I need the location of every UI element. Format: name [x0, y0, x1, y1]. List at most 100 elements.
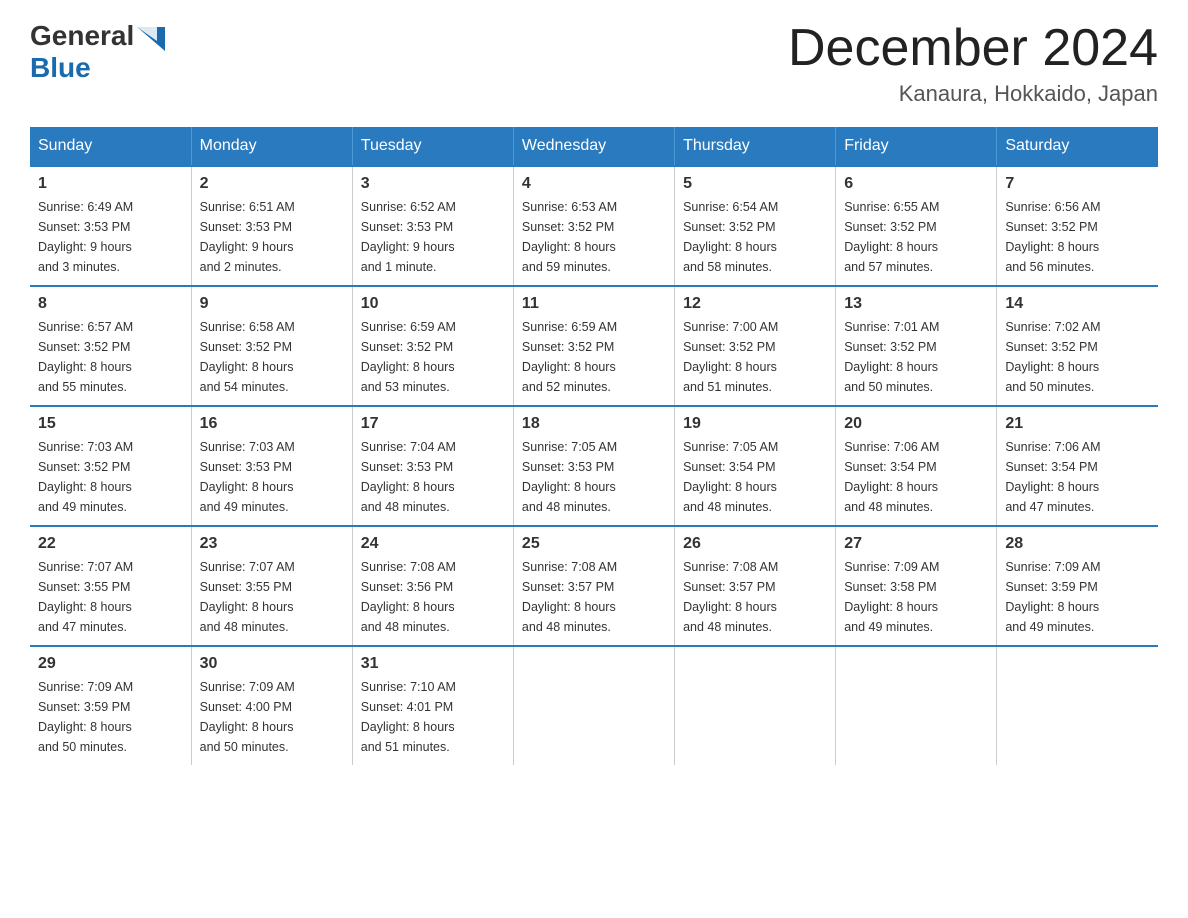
days-of-week-row: SundayMondayTuesdayWednesdayThursdayFrid… [30, 127, 1158, 166]
day-info: Sunrise: 7:10 AMSunset: 4:01 PMDaylight:… [361, 677, 505, 757]
day-number: 11 [522, 295, 666, 313]
calendar-cell: 11 Sunrise: 6:59 AMSunset: 3:52 PMDayligh… [513, 286, 674, 406]
day-number: 9 [200, 295, 344, 313]
calendar-cell: 23 Sunrise: 7:07 AMSunset: 3:55 PMDayligh… [191, 526, 352, 646]
day-info: Sunrise: 6:51 AMSunset: 3:53 PMDaylight:… [200, 197, 344, 277]
calendar-table: SundayMondayTuesdayWednesdayThursdayFrid… [30, 127, 1158, 765]
calendar-cell: 18 Sunrise: 7:05 AMSunset: 3:53 PMDayligh… [513, 406, 674, 526]
day-info: Sunrise: 7:03 AMSunset: 3:53 PMDaylight:… [200, 437, 344, 517]
day-number: 15 [38, 415, 183, 433]
day-info: Sunrise: 7:08 AMSunset: 3:56 PMDaylight:… [361, 557, 505, 637]
day-number: 8 [38, 295, 183, 313]
calendar-cell: 17Sunrise: 7:04 AMSunset: 3:53 PMDayligh… [352, 406, 513, 526]
day-number: 27 [844, 535, 988, 553]
calendar-cell: 21Sunrise: 7:06 AMSunset: 3:54 PMDayligh… [997, 406, 1158, 526]
day-info: Sunrise: 6:52 AMSunset: 3:53 PMDaylight:… [361, 197, 505, 277]
day-info: Sunrise: 7:05 AMSunset: 3:53 PMDaylight:… [522, 437, 666, 517]
calendar-week-row: 22 Sunrise: 7:07 AMSunset: 3:55 PMDayligh… [30, 526, 1158, 646]
day-info: Sunrise: 7:02 AMSunset: 3:52 PMDaylight:… [1005, 317, 1150, 397]
calendar-cell: 28Sunrise: 7:09 AMSunset: 3:59 PMDayligh… [997, 526, 1158, 646]
day-info: Sunrise: 7:00 AMSunset: 3:52 PMDaylight:… [683, 317, 827, 397]
calendar-cell [836, 646, 997, 765]
day-of-week-friday: Friday [836, 127, 997, 166]
day-number: 3 [361, 175, 505, 193]
calendar-cell: 25Sunrise: 7:08 AMSunset: 3:57 PMDayligh… [513, 526, 674, 646]
calendar-cell: 29 Sunrise: 7:09 AMSunset: 3:59 PMDayligh… [30, 646, 191, 765]
day-info: Sunrise: 7:05 AMSunset: 3:54 PMDaylight:… [683, 437, 827, 517]
location-subtitle: Kanaura, Hokkaido, Japan [788, 81, 1158, 107]
calendar-cell: 8Sunrise: 6:57 AMSunset: 3:52 PMDaylight… [30, 286, 191, 406]
calendar-cell: 20Sunrise: 7:06 AMSunset: 3:54 PMDayligh… [836, 406, 997, 526]
day-info: Sunrise: 6:56 AMSunset: 3:52 PMDaylight:… [1005, 197, 1150, 277]
calendar-cell: 3 Sunrise: 6:52 AMSunset: 3:53 PMDaylight… [352, 166, 513, 286]
day-of-week-wednesday: Wednesday [513, 127, 674, 166]
day-info: Sunrise: 6:58 AMSunset: 3:52 PMDaylight:… [200, 317, 344, 397]
day-info: Sunrise: 7:09 AMSunset: 3:59 PMDaylight:… [38, 677, 183, 757]
calendar-cell [513, 646, 674, 765]
day-info: Sunrise: 7:03 AMSunset: 3:52 PMDaylight:… [38, 437, 183, 517]
calendar-cell: 5 Sunrise: 6:54 AMSunset: 3:52 PMDaylight… [675, 166, 836, 286]
day-number: 25 [522, 535, 666, 553]
calendar-cell: 13 Sunrise: 7:01 AMSunset: 3:52 PMDayligh… [836, 286, 997, 406]
day-number: 23 [200, 535, 344, 553]
day-number: 14 [1005, 295, 1150, 313]
calendar-cell: 31 Sunrise: 7:10 AMSunset: 4:01 PMDayligh… [352, 646, 513, 765]
day-info: Sunrise: 6:59 AMSunset: 3:52 PMDaylight:… [361, 317, 505, 397]
day-info: Sunrise: 7:07 AMSunset: 3:55 PMDaylight:… [200, 557, 344, 637]
title-section: December 2024 Kanaura, Hokkaido, Japan [788, 20, 1158, 107]
calendar-week-row: 29 Sunrise: 7:09 AMSunset: 3:59 PMDayligh… [30, 646, 1158, 765]
calendar-cell: 4Sunrise: 6:53 AMSunset: 3:52 PMDaylight… [513, 166, 674, 286]
day-number: 19 [683, 415, 827, 433]
day-number: 20 [844, 415, 988, 433]
day-number: 7 [1005, 175, 1150, 193]
day-number: 5 [683, 175, 827, 193]
calendar-cell: 1 Sunrise: 6:49 AMSunset: 3:53 PMDaylight… [30, 166, 191, 286]
day-number: 10 [361, 295, 505, 313]
day-info: Sunrise: 7:07 AMSunset: 3:55 PMDaylight:… [38, 557, 183, 637]
calendar-header: SundayMondayTuesdayWednesdayThursdayFrid… [30, 127, 1158, 166]
day-number: 4 [522, 175, 666, 193]
day-info: Sunrise: 6:55 AMSunset: 3:52 PMDaylight:… [844, 197, 988, 277]
day-number: 24 [361, 535, 505, 553]
calendar-cell: 22 Sunrise: 7:07 AMSunset: 3:55 PMDayligh… [30, 526, 191, 646]
calendar-cell: 15 Sunrise: 7:03 AMSunset: 3:52 PMDayligh… [30, 406, 191, 526]
day-number: 6 [844, 175, 988, 193]
day-of-week-monday: Monday [191, 127, 352, 166]
calendar-cell: 12Sunrise: 7:00 AMSunset: 3:52 PMDayligh… [675, 286, 836, 406]
day-info: Sunrise: 6:59 AMSunset: 3:52 PMDaylight:… [522, 317, 666, 397]
logo-general-text: General [30, 20, 134, 52]
day-number: 22 [38, 535, 183, 553]
day-info: Sunrise: 7:01 AMSunset: 3:52 PMDaylight:… [844, 317, 988, 397]
day-number: 17 [361, 415, 505, 433]
day-number: 31 [361, 655, 505, 673]
logo-triangle-icon [137, 27, 165, 51]
day-number: 30 [200, 655, 344, 673]
calendar-cell: 16Sunrise: 7:03 AMSunset: 3:53 PMDayligh… [191, 406, 352, 526]
calendar-cell: 10 Sunrise: 6:59 AMSunset: 3:52 PMDayligh… [352, 286, 513, 406]
calendar-cell: 26Sunrise: 7:08 AMSunset: 3:57 PMDayligh… [675, 526, 836, 646]
day-number: 26 [683, 535, 827, 553]
calendar-cell: 7 Sunrise: 6:56 AMSunset: 3:52 PMDaylight… [997, 166, 1158, 286]
day-info: Sunrise: 7:09 AMSunset: 3:58 PMDaylight:… [844, 557, 988, 637]
calendar-cell: 24 Sunrise: 7:08 AMSunset: 3:56 PMDayligh… [352, 526, 513, 646]
day-of-week-saturday: Saturday [997, 127, 1158, 166]
calendar-cell: 6 Sunrise: 6:55 AMSunset: 3:52 PMDaylight… [836, 166, 997, 286]
day-info: Sunrise: 7:06 AMSunset: 3:54 PMDaylight:… [1005, 437, 1150, 517]
calendar-cell: 27 Sunrise: 7:09 AMSunset: 3:58 PMDayligh… [836, 526, 997, 646]
calendar-week-row: 1 Sunrise: 6:49 AMSunset: 3:53 PMDaylight… [30, 166, 1158, 286]
day-number: 1 [38, 175, 183, 193]
month-year-title: December 2024 [788, 20, 1158, 77]
day-info: Sunrise: 6:49 AMSunset: 3:53 PMDaylight:… [38, 197, 183, 277]
day-info: Sunrise: 6:54 AMSunset: 3:52 PMDaylight:… [683, 197, 827, 277]
day-of-week-tuesday: Tuesday [352, 127, 513, 166]
day-number: 29 [38, 655, 183, 673]
calendar-cell: 14 Sunrise: 7:02 AMSunset: 3:52 PMDayligh… [997, 286, 1158, 406]
calendar-cell: 2Sunrise: 6:51 AMSunset: 3:53 PMDaylight… [191, 166, 352, 286]
day-of-week-thursday: Thursday [675, 127, 836, 166]
calendar-body: 1 Sunrise: 6:49 AMSunset: 3:53 PMDaylight… [30, 166, 1158, 765]
day-number: 13 [844, 295, 988, 313]
calendar-cell: 19 Sunrise: 7:05 AMSunset: 3:54 PMDayligh… [675, 406, 836, 526]
calendar-cell: 9 Sunrise: 6:58 AMSunset: 3:52 PMDaylight… [191, 286, 352, 406]
day-number: 18 [522, 415, 666, 433]
calendar-week-row: 15 Sunrise: 7:03 AMSunset: 3:52 PMDayligh… [30, 406, 1158, 526]
